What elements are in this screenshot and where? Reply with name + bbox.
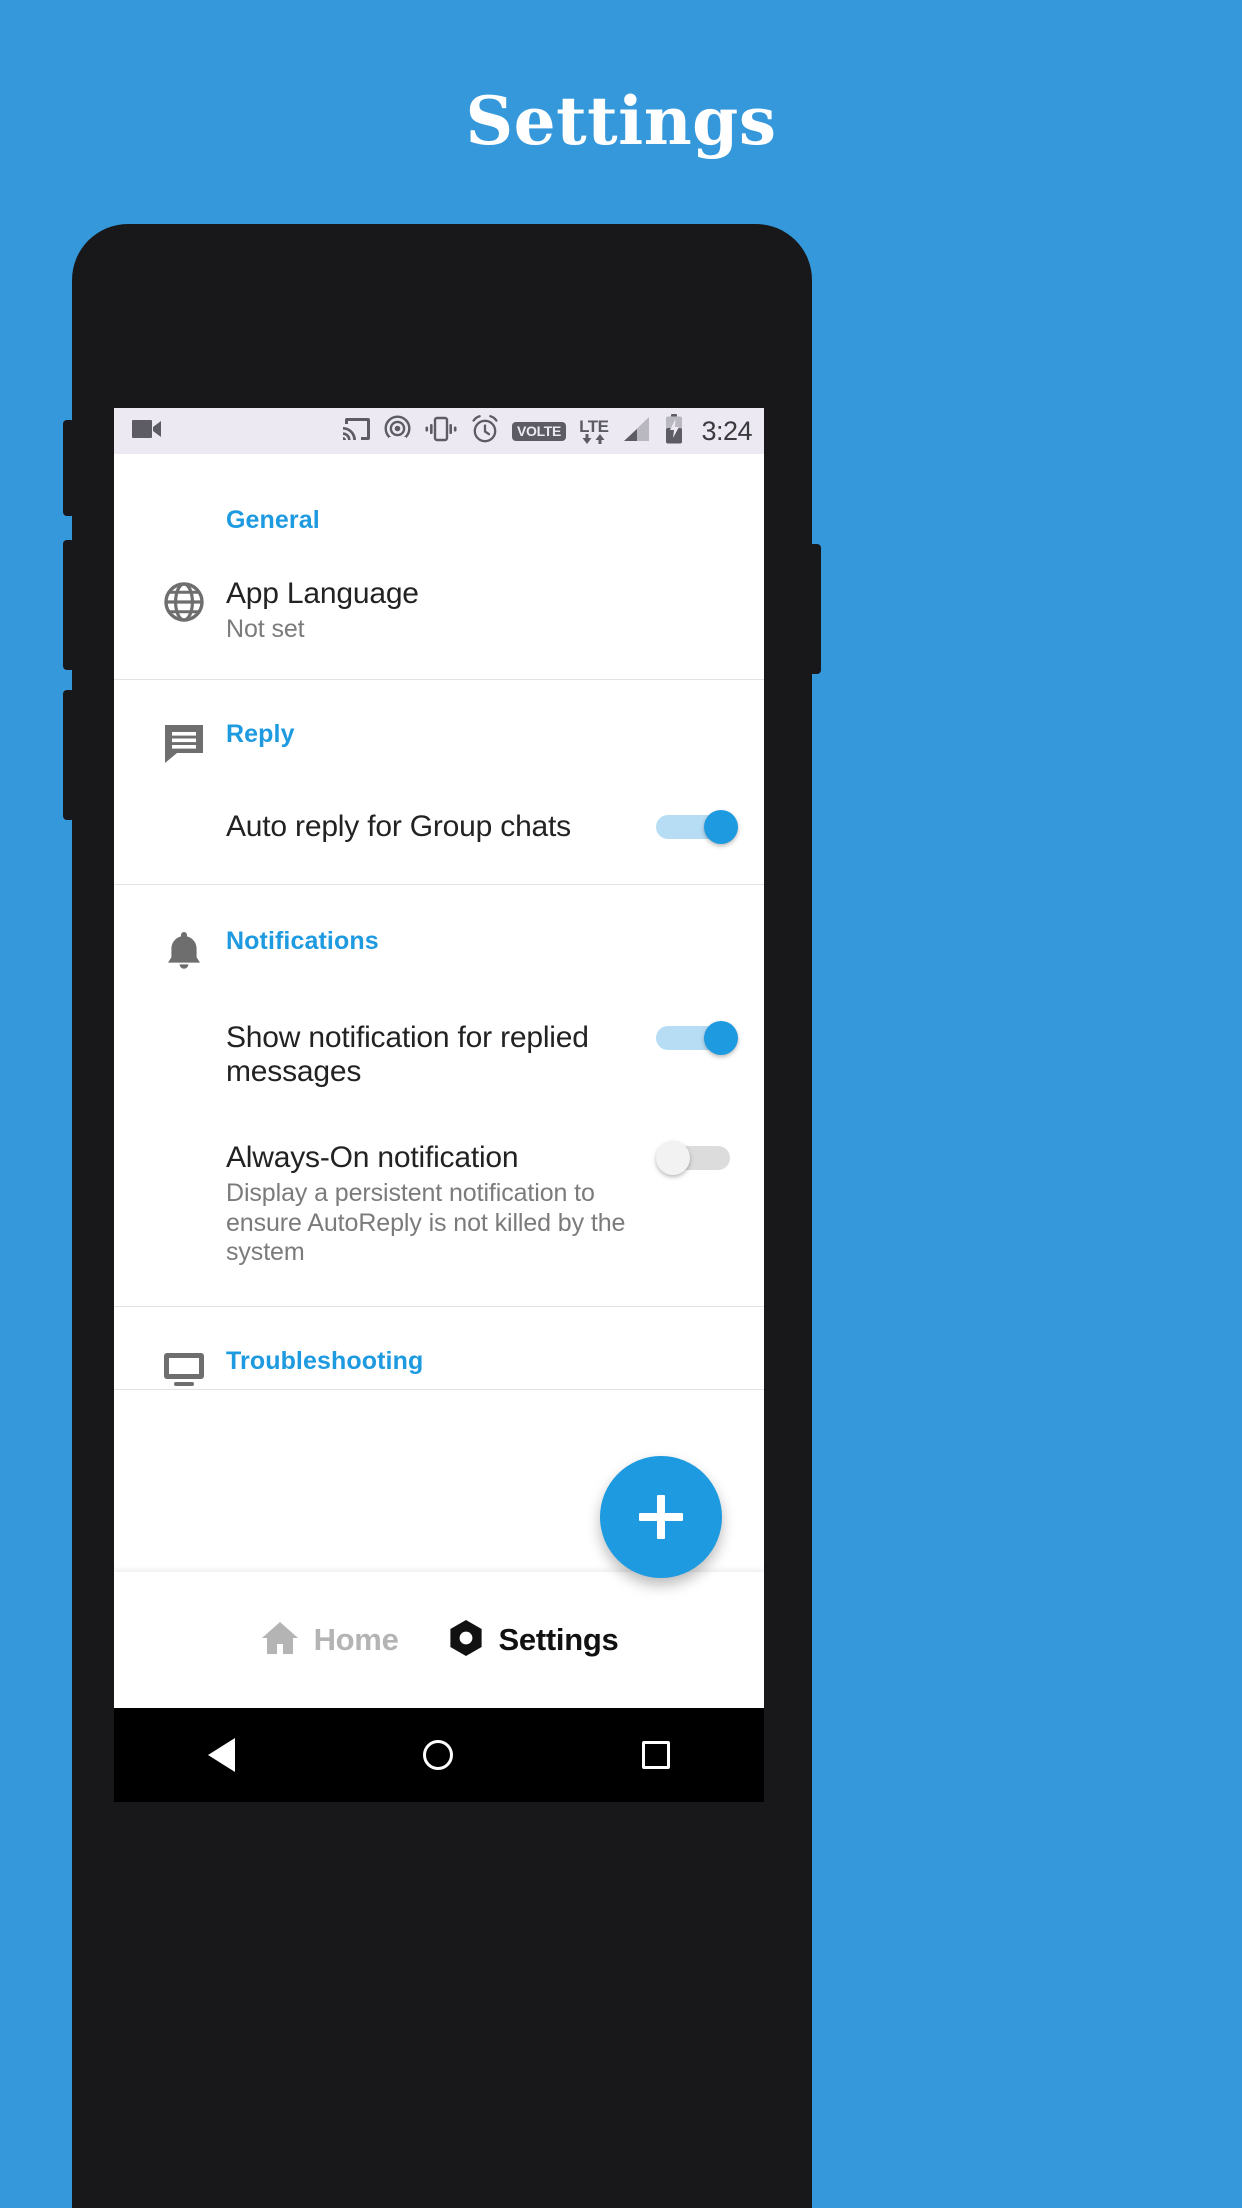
volte-badge: VOLTE: [511, 421, 567, 441]
toggle-show-notification[interactable]: [656, 1020, 738, 1055]
signal-icon: [621, 416, 651, 447]
toggle-auto-reply-group-chats[interactable]: [656, 809, 738, 844]
toggle-thumb: [656, 1141, 690, 1176]
item-title-show-notification: Show notification for replied messages: [226, 1020, 589, 1089]
nav-item-home[interactable]: Home: [260, 1619, 399, 1662]
device-button-left-mid: [63, 540, 75, 670]
add-fab-button[interactable]: [600, 1456, 722, 1578]
section-header-general: General: [226, 506, 320, 534]
settings-section-reply: Reply Auto reply for Group chats: [114, 680, 764, 885]
toggle-thumb: [704, 809, 738, 844]
item-title-always-on-notification: Always-On notification: [226, 1141, 519, 1175]
recents-square-icon[interactable]: [641, 1741, 670, 1769]
item-icon-slot: [142, 1021, 226, 1023]
settings-item-auto-reply-group-chats[interactable]: Auto reply for Group chats: [114, 809, 764, 844]
item-title-app-language: App Language: [226, 577, 419, 610]
status-bar-left-icons: [132, 418, 162, 445]
nav-label-settings: Settings: [498, 1622, 619, 1657]
settings-section-general: General App Language Not set: [114, 454, 764, 680]
nav-item-settings[interactable]: Settings: [447, 1619, 619, 1662]
status-bar-clock: 3:24: [701, 415, 752, 446]
alarm-icon: [471, 414, 499, 448]
toggle-always-on-notification[interactable]: [656, 1141, 738, 1176]
section-header-notifications: Notifications: [226, 926, 379, 955]
item-icon-slot: [142, 810, 226, 812]
phone-screen: VOLTE LTE 3:24 General App Language Not …: [114, 408, 764, 1708]
device-icon: [142, 1347, 226, 1389]
cast-icon: [342, 416, 371, 447]
phone-device-frame: VOLTE LTE 3:24 General App Language Not …: [63, 224, 821, 2208]
device-button-right: [809, 544, 821, 674]
status-bar-right-icons: VOLTE LTE 3:24: [342, 413, 752, 449]
gear-icon: [447, 1619, 485, 1662]
device-button-left-top: [63, 420, 75, 516]
section-header-general-row: General: [114, 506, 764, 577]
video-camera-icon: [132, 418, 162, 445]
section-header-reply-row: Reply: [114, 720, 764, 810]
section-header-reply: Reply: [226, 719, 295, 748]
device-button-left-bottom: [63, 690, 75, 820]
status-bar: VOLTE LTE 3:24: [114, 408, 764, 454]
section-icon-slot: [142, 506, 226, 508]
lte-icon: LTE: [579, 418, 609, 445]
item-subtitle-always-on-notification: Display a persistent notification to ens…: [226, 1179, 626, 1267]
plus-icon: [639, 1495, 683, 1539]
item-icon-slot: [142, 1141, 226, 1143]
vibrate-icon: [424, 416, 458, 447]
settings-section-notifications: Notifications Show notification for repl…: [114, 885, 764, 1307]
settings-item-show-notification[interactable]: Show notification for replied messages: [114, 1020, 764, 1141]
toggle-thumb: [704, 1020, 738, 1055]
item-subtitle-app-language: Not set: [226, 615, 305, 644]
globe-icon: [142, 577, 226, 625]
android-navigation-bar: [114, 1708, 764, 1802]
settings-item-always-on-notification[interactable]: Always-On notification Display a persist…: [114, 1141, 764, 1268]
chat-bubble-icon: [142, 720, 226, 766]
section-header-troubleshooting-row: Troubleshooting: [114, 1347, 764, 1389]
promo-title: Settings: [465, 82, 777, 160]
settings-section-troubleshooting: Troubleshooting: [114, 1307, 764, 1390]
back-triangle-icon[interactable]: [208, 1738, 236, 1772]
home-circle-icon[interactable]: [423, 1740, 454, 1770]
item-title-auto-reply-group-chats: Auto reply for Group chats: [226, 809, 571, 843]
battery-charging-icon: [664, 413, 684, 449]
section-header-troubleshooting: Troubleshooting: [226, 1346, 424, 1375]
bell-icon: [142, 927, 226, 973]
settings-item-app-language[interactable]: App Language Not set: [114, 577, 764, 645]
home-icon: [260, 1619, 300, 1662]
settings-list: General App Language Not set Reply Auto …: [114, 454, 764, 1390]
lte-data-arrows: [581, 433, 606, 445]
bottom-navigation-bar: Home Settings: [114, 1572, 764, 1708]
section-header-notifications-row: Notifications: [114, 927, 764, 1021]
nav-label-home: Home: [313, 1622, 399, 1657]
hotspot-icon: [384, 415, 411, 447]
